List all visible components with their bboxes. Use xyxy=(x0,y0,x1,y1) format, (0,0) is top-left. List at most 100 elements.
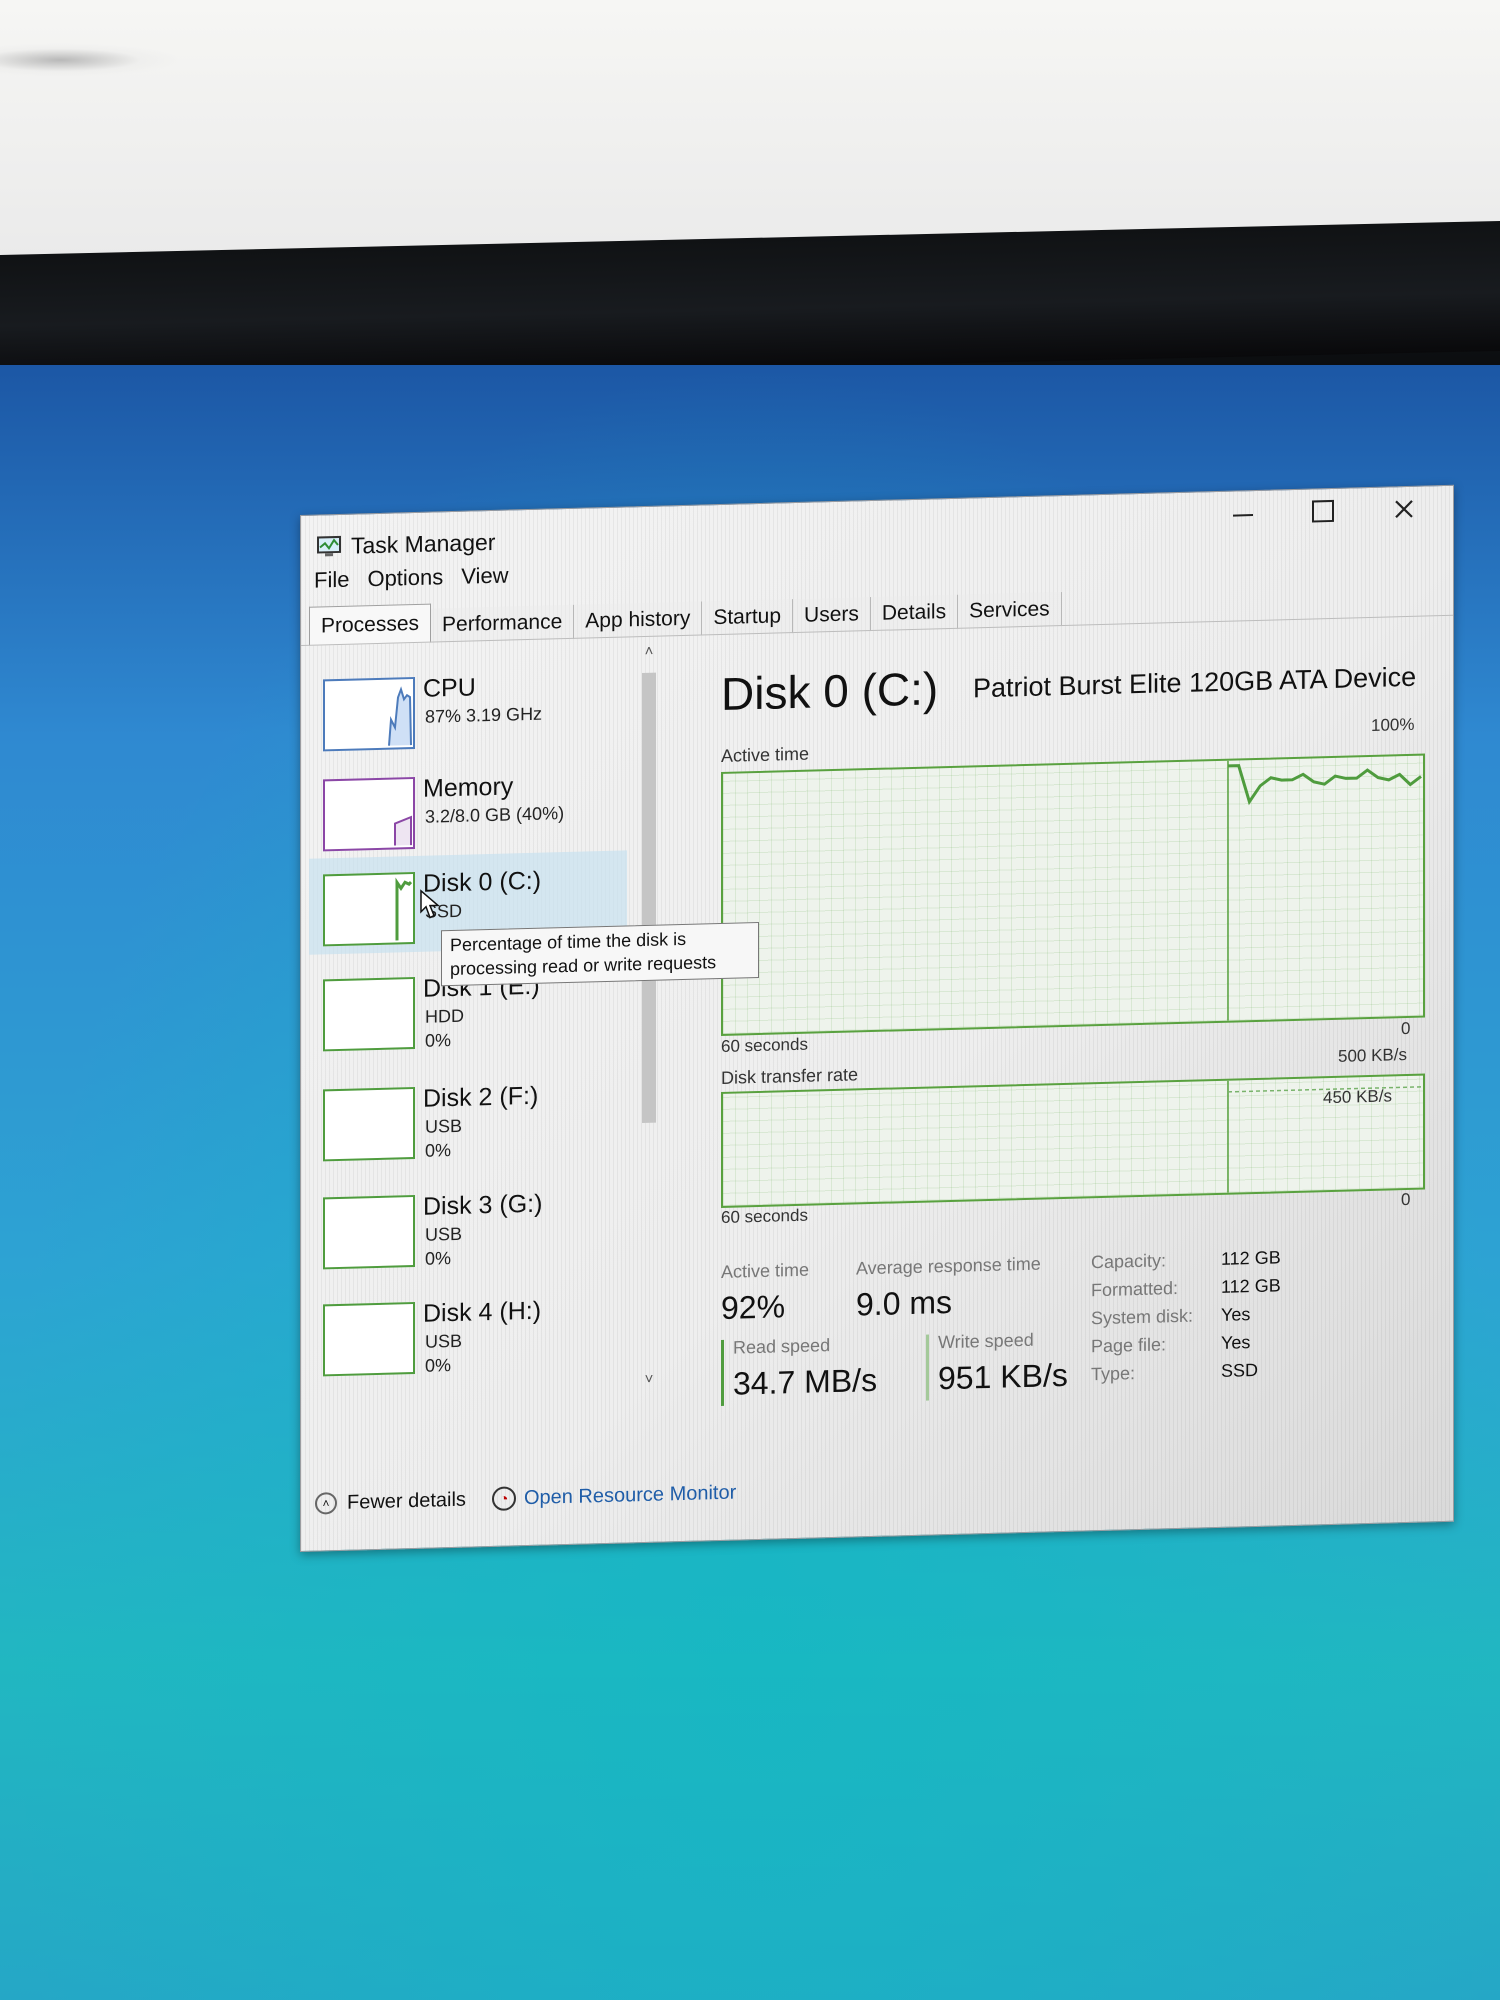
system-disk-label: System disk: xyxy=(1091,1305,1194,1329)
close-button[interactable] xyxy=(1369,486,1439,532)
close-icon xyxy=(1395,500,1413,519)
active-time-graph-svg xyxy=(1227,760,1422,1021)
read-speed-value: 34.7 MB/s xyxy=(733,1361,878,1402)
transfer-rate-graph-label: Disk transfer rate xyxy=(721,1064,859,1088)
tab-startup[interactable]: Startup xyxy=(702,599,794,636)
memory-resource-item[interactable]: Memory 3.2/8.0 GB (40%) xyxy=(309,755,627,859)
cpu-mini-graph xyxy=(388,686,412,746)
average-response-value: 9.0 ms xyxy=(856,1283,953,1323)
capacity-label: Capacity: xyxy=(1091,1250,1167,1273)
active-time-graph xyxy=(721,753,1425,1036)
cpu-title: CPU xyxy=(423,673,476,703)
disk-4-title: Disk 4 (H:) xyxy=(423,1296,542,1328)
type-label: Type: xyxy=(1091,1363,1136,1385)
tab-services[interactable]: Services xyxy=(958,592,1062,629)
scroll-up-icon[interactable]: ˄ xyxy=(640,643,658,661)
maximize-icon xyxy=(1312,499,1334,523)
disk-graph-icon xyxy=(323,1086,415,1162)
write-speed-label: Write speed xyxy=(938,1329,1034,1353)
maximize-button[interactable] xyxy=(1288,488,1358,534)
cpu-graph-icon xyxy=(323,676,415,752)
memory-graph-icon xyxy=(323,776,415,852)
active-time-stat-label: Active time xyxy=(721,1259,810,1282)
memory-usage: 3.2/8.0 GB (40%) xyxy=(425,803,565,827)
disk-1-usage: 0% xyxy=(425,1030,452,1051)
menu-view[interactable]: View xyxy=(461,563,508,590)
open-resource-monitor-link[interactable]: Open Resource Monitor xyxy=(524,1481,736,1510)
disk-graph-icon xyxy=(323,976,415,1052)
formatted-value: 112 GB xyxy=(1221,1275,1281,1297)
formatted-label: Formatted: xyxy=(1091,1278,1179,1301)
fewer-details-link[interactable]: Fewer details xyxy=(347,1488,466,1514)
disk-3-title: Disk 3 (G:) xyxy=(423,1189,543,1221)
active-time-max-label: 100% xyxy=(1371,714,1415,735)
scroll-down-icon[interactable]: ˅ xyxy=(640,1371,658,1389)
task-manager-window: Task Manager File Options View Processes… xyxy=(300,484,1454,1552)
memory-mini-graph xyxy=(394,815,412,846)
tab-performance[interactable]: Performance xyxy=(431,604,575,643)
disk-details-panel: Disk 0 (C:) Patriot Burst Elite 120GB AT… xyxy=(721,616,1431,1406)
active-time-graph-label: Active time xyxy=(721,743,810,766)
resource-list: CPU 87% 3.19 GHz Memory 3.2/8.0 GB (40%) xyxy=(309,643,759,1424)
page-file-label: Page file: xyxy=(1091,1334,1167,1357)
read-speed-indicator xyxy=(721,1339,724,1406)
resource-monitor-icon[interactable]: ◔ xyxy=(491,1486,516,1511)
disk-2-type: USB xyxy=(425,1115,463,1137)
cpu-resource-item[interactable]: CPU 87% 3.19 GHz xyxy=(309,655,627,759)
scroll-thumb[interactable] xyxy=(642,672,656,1124)
disk-graph-icon xyxy=(323,1194,415,1270)
disk-4-type: USB xyxy=(425,1330,463,1352)
system-disk-value: Yes xyxy=(1221,1304,1251,1325)
transfer-rate-marker-label: 450 KB/s xyxy=(1323,1086,1392,1108)
disk-3-usage: 0% xyxy=(425,1248,452,1269)
disk-tooltip: Percentage of time the disk is processin… xyxy=(441,921,759,987)
type-value: SSD xyxy=(1221,1359,1259,1381)
tab-app-history[interactable]: App history xyxy=(574,601,703,639)
transfer-rate-time-label: 60 seconds xyxy=(721,1205,808,1227)
minimize-icon xyxy=(1233,514,1253,517)
disk-1-type: HDD xyxy=(425,1005,464,1027)
active-time-stat-value: 92% xyxy=(721,1288,786,1326)
menu-file[interactable]: File xyxy=(314,567,349,594)
read-speed-label: Read speed xyxy=(733,1335,831,1358)
minimize-button[interactable] xyxy=(1208,490,1278,536)
footer: ˄ Fewer details ◔ Open Resource Monitor xyxy=(315,1477,736,1520)
active-time-min-label: 0 xyxy=(1401,1018,1411,1039)
active-time-graph-time-label: 60 seconds xyxy=(721,1034,808,1056)
window-title: Task Manager xyxy=(351,528,496,559)
disk-graph-icon xyxy=(323,1301,415,1377)
disk-4-usage: 0% xyxy=(425,1355,452,1376)
disk-0-mini-graph xyxy=(395,877,413,941)
transfer-rate-graph-svg xyxy=(1227,1080,1423,1193)
active-time-line xyxy=(1228,764,1422,806)
disk-graph-icon xyxy=(323,871,415,947)
transfer-rate-min-label: 0 xyxy=(1401,1189,1411,1210)
disk-2-usage: 0% xyxy=(425,1140,452,1161)
menu-options[interactable]: Options xyxy=(367,564,443,592)
disk-model: Patriot Burst Elite 120GB ATA Device xyxy=(973,661,1417,704)
transfer-rate-graph: 450 KB/s xyxy=(721,1073,1425,1208)
average-response-label: Average response time xyxy=(856,1253,1041,1279)
page-file-value: Yes xyxy=(1221,1332,1251,1353)
disk-2-resource-item[interactable]: Disk 2 (F:) USB 0% xyxy=(309,1065,627,1169)
disk-4-resource-item[interactable]: Disk 4 (H:) USB 0% xyxy=(309,1280,627,1384)
transfer-rate-max-label: 500 KB/s xyxy=(1338,1045,1407,1066)
write-speed-value: 951 KB/s xyxy=(938,1356,1068,1397)
menu-bar: File Options View xyxy=(314,563,509,594)
performance-body: CPU 87% 3.19 GHz Memory 3.2/8.0 GB (40%) xyxy=(301,614,1453,1426)
chevron-up-circle-icon[interactable]: ˄ xyxy=(315,1492,337,1515)
tab-details[interactable]: Details xyxy=(870,594,959,632)
mouse-pointer-icon xyxy=(420,889,440,919)
disk-3-type: USB xyxy=(425,1223,463,1245)
disk-2-title: Disk 2 (F:) xyxy=(423,1081,539,1113)
disk-stats: Active time 92% Average response time 9.… xyxy=(721,1231,1431,1406)
task-manager-app-icon xyxy=(317,535,341,557)
tab-users[interactable]: Users xyxy=(793,597,871,634)
write-speed-indicator xyxy=(926,1334,929,1401)
resource-list-scrollbar[interactable]: ˄ ˅ xyxy=(639,643,659,1388)
capacity-value: 112 GB xyxy=(1221,1247,1281,1269)
tab-processes[interactable]: Processes xyxy=(309,603,432,646)
disk-title: Disk 0 (C:) xyxy=(721,662,939,720)
cpu-usage: 87% 3.19 GHz xyxy=(425,703,543,727)
disk-3-resource-item[interactable]: Disk 3 (G:) USB 0% xyxy=(309,1173,627,1277)
